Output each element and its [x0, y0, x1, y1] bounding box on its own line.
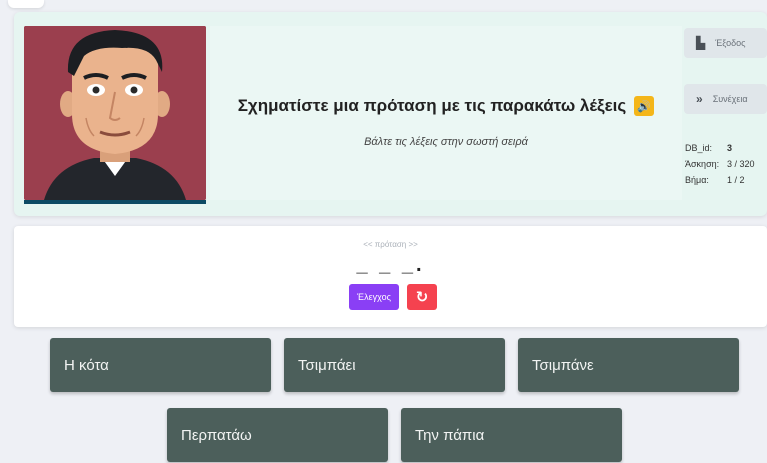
instruction-box: Σχηματίστε μια πρόταση με τις παρακάτω λ…: [210, 26, 682, 200]
db-id-label: DB_id:: [685, 143, 713, 153]
top-tab: [8, 0, 44, 8]
continue-label: Συνέχεια: [712, 94, 748, 104]
double-chevron-right-icon: »: [696, 92, 703, 106]
answer-panel: << πρόταση >> _ _ _. Έλεγχος ↻: [14, 226, 767, 327]
avatar-bar: [24, 200, 206, 204]
check-button[interactable]: Έλεγχος: [349, 284, 399, 310]
word-tile[interactable]: Περπατάω: [167, 408, 388, 462]
sentence-hint: << πρόταση >>: [363, 240, 418, 249]
instruction-title: Σχηματίστε μια πρόταση με τις παρακάτω λ…: [237, 96, 627, 115]
exit-button[interactable]: ▙ Έξοδος: [684, 28, 767, 58]
exercise-label: Άσκηση:: [685, 159, 720, 169]
instruction-title-row: Σχηματίστε μια πρόταση με τις παρακάτω λ…: [210, 96, 682, 116]
step-value: 1 / 2: [727, 175, 745, 185]
exercise-value: 3 / 320: [727, 159, 755, 169]
exercise-meta: DB_id: 3 Άσκηση: 3 / 320 Βήμα: 1 / 2: [685, 140, 755, 188]
instruction-subtitle: Βάλτε τις λέξεις στην σωστή σειρά: [364, 136, 528, 148]
header-panel: Σχηματίστε μια πρόταση με τις παρακάτω λ…: [14, 12, 767, 216]
sentence-blanks: _ _ _.: [356, 254, 425, 276]
answer-controls: Έλεγχος ↻: [349, 284, 437, 310]
word-tile[interactable]: Η κότα: [50, 338, 271, 392]
word-tile[interactable]: Την πάπια: [401, 408, 622, 462]
door-icon: ▙: [696, 36, 706, 50]
avatar: [24, 26, 206, 200]
refresh-icon[interactable]: ↻: [407, 284, 437, 310]
meta-step: Βήμα: 1 / 2: [685, 172, 755, 188]
character-illustration: [24, 26, 206, 200]
meta-db-id: DB_id: 3: [685, 140, 755, 156]
meta-exercise: Άσκηση: 3 / 320: [685, 156, 755, 172]
continue-button[interactable]: » Συνέχεια: [684, 84, 767, 114]
speaker-icon[interactable]: 🔊: [634, 96, 655, 116]
db-id-value: 3: [727, 143, 733, 153]
word-tile[interactable]: Τσιμπάει: [284, 338, 505, 392]
step-label: Βήμα:: [685, 175, 709, 185]
exit-label: Έξοδος: [715, 38, 746, 48]
word-tile[interactable]: Τσιμπάνε: [518, 338, 739, 392]
